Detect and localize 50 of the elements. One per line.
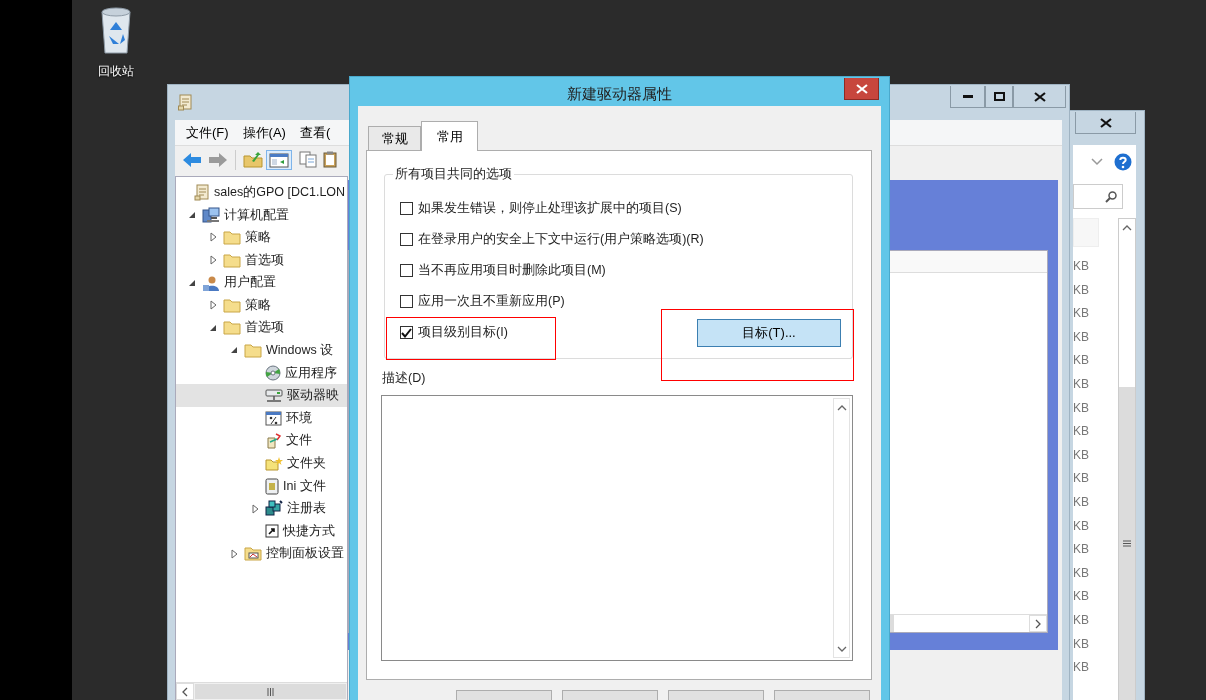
checkbox-label: 在登录用户的安全上下文中运行(用户策略选项)(R) [418, 231, 704, 249]
size-cell-text: KB [1073, 635, 1090, 653]
tree-item[interactable]: 驱动器映 [176, 384, 347, 407]
tree-item[interactable]: 注册表 [176, 497, 347, 520]
size-cell-text: KB [1073, 493, 1090, 511]
targeting-button[interactable]: 目标(T)... [697, 318, 841, 347]
size-cell-text: KB [1073, 611, 1090, 629]
size-cell-text: KB [1073, 328, 1090, 346]
desktop-icon-label: 回收站 [98, 63, 134, 80]
tree-item[interactable]: 策略 [176, 293, 347, 317]
size-cell-text: KB [1073, 281, 1090, 299]
menu-item[interactable]: 查看( [292, 118, 338, 147]
size-cell-text: KB [1073, 564, 1090, 582]
tree-item[interactable]: 策略 [176, 226, 347, 249]
size-cell-text: KB [1073, 399, 1090, 417]
menu-item[interactable]: 操作(A) [235, 118, 293, 147]
size-cell-text: KB [1073, 305, 1090, 323]
tree-item[interactable]: Ini 文件 [176, 474, 347, 498]
tree-item[interactable]: 控制面板设置 [176, 542, 347, 566]
tree-item[interactable]: 首选项 [176, 248, 347, 272]
tree-item[interactable]: Windows 设 [176, 339, 347, 362]
tree-item[interactable]: 应用程序 [176, 361, 347, 385]
size-cell-text: KB [1073, 375, 1090, 393]
size-cell-text: KB [1073, 541, 1090, 559]
tree-item[interactable]: 环境 [176, 406, 347, 430]
tree-item[interactable]: 首选项 [176, 316, 347, 340]
tree-item[interactable]: 文件夹 [176, 452, 347, 475]
tree-item[interactable]: 文件 [176, 429, 347, 453]
checkbox-label: 应用一次且不重新应用(P) [418, 293, 565, 311]
size-cell-text: KB [1073, 517, 1090, 535]
size-cell-text: KB [1073, 588, 1090, 606]
checkbox-label: 当不再应用项目时删除此项目(M) [418, 262, 606, 280]
tree-item[interactable]: 计算机配置 [176, 203, 347, 227]
size-cell-text: KB [1073, 352, 1090, 370]
field-label: 描述(D) [382, 370, 426, 387]
size-cell-text: KB [1073, 446, 1090, 464]
tab[interactable]: 常用 [421, 121, 478, 151]
checkbox-label: 项目级别目标(I) [418, 324, 508, 342]
size-cell-text: KB [1073, 423, 1090, 441]
checkbox-label: 如果发生错误，则停止处理该扩展中的项目(S) [418, 200, 682, 218]
size-cell-text: KB [1073, 659, 1090, 677]
size-cell-text: KB [1073, 258, 1090, 275]
menu-item[interactable]: 文件(F) [179, 118, 236, 147]
group-title: 所有项目共同的选项 [393, 166, 514, 182]
tree-item[interactable]: sales的GPO [DC1.LON [176, 181, 347, 204]
size-cell-text: KB [1073, 470, 1090, 488]
tree-item[interactable]: 用户配置 [176, 271, 347, 294]
tab[interactable]: 常规 [368, 126, 421, 150]
window-title: 新建驱动器属性 [567, 84, 672, 104]
tree-item[interactable]: 快捷方式 [176, 519, 347, 543]
